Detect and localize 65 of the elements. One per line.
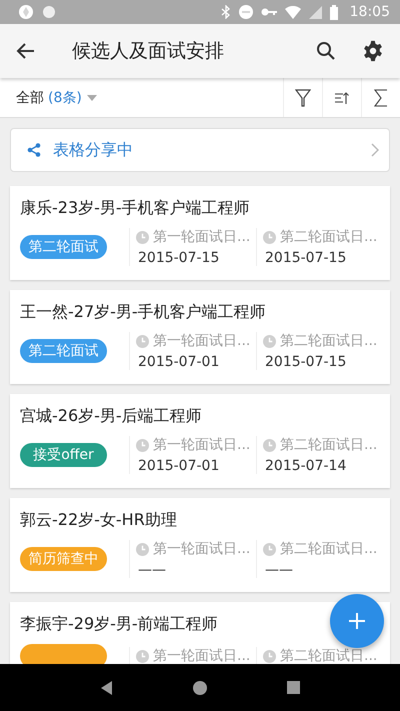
status-tag: 第二轮面试 xyxy=(20,339,107,363)
status-tag: 简历筛查中 xyxy=(20,547,107,571)
key-icon xyxy=(260,7,277,17)
status-tag: 第二轮面试 xyxy=(20,235,107,259)
back-nav-icon[interactable] xyxy=(100,680,112,694)
field-value: 2015-07-15 xyxy=(264,354,348,370)
clock-icon xyxy=(136,542,149,556)
field-value: 2015-07-01 xyxy=(137,458,220,474)
field-label: 第一轮面试日... xyxy=(153,540,250,558)
caret-icon xyxy=(86,94,98,102)
filter-icon xyxy=(295,88,311,106)
bluetooth-icon xyxy=(220,5,231,19)
clock-icon xyxy=(136,230,149,244)
settings-button[interactable] xyxy=(362,40,384,62)
candidate-title: 宫城-26岁-男-后端工程师 xyxy=(20,406,202,426)
candidate-card[interactable]: 李振宇-29岁-男-前端工程师 第一轮面试日... 第二轮面试日... xyxy=(10,602,390,664)
clock-icon xyxy=(263,230,276,244)
do-not-disturb-icon xyxy=(238,5,253,19)
share-icon xyxy=(27,143,41,157)
field-value: —— xyxy=(264,562,294,578)
back-button[interactable] xyxy=(16,41,36,61)
search-button[interactable] xyxy=(316,41,336,61)
field-value: 2015-07-15 xyxy=(137,250,220,266)
clock-icon xyxy=(136,334,149,348)
field-value: —— xyxy=(137,562,167,578)
candidate-card[interactable]: 郭云-22岁-女-HR助理 简历筛查中 第一轮面试日... —— 第二轮面试日... —— xyxy=(10,498,390,592)
field-value: 2015-07-01 xyxy=(137,354,220,370)
recents-nav-icon[interactable] xyxy=(286,681,300,694)
field-label: 第二轮面试日... xyxy=(280,332,378,350)
clock-icon xyxy=(263,438,276,452)
field-label: 第二轮面试日... xyxy=(280,647,378,664)
field-label: 第一轮面试日... xyxy=(153,332,250,350)
status-tag: 接受offer xyxy=(20,443,107,467)
field-label: 第二轮面试日... xyxy=(280,436,378,454)
candidate-card[interactable]: 康乐-23岁-男-手机客户端工程师 第二轮面试 第一轮面试日... 2015-07-15 第二轮面试日... 2015-07-15 xyxy=(10,186,390,280)
chevron-icon xyxy=(371,143,379,157)
signal-icon xyxy=(308,6,322,18)
field-label: 第一轮面试日... xyxy=(153,436,250,454)
candidate-title: 康乐-23岁-男-手机客户端工程师 xyxy=(20,198,250,218)
clock-icon xyxy=(263,650,276,662)
app-icon xyxy=(18,4,34,20)
sort-icon xyxy=(334,90,350,106)
field-value: 2015-07-14 xyxy=(264,458,348,474)
battery-icon xyxy=(330,4,338,20)
screen-title: 候选人及面试安排 xyxy=(72,39,225,64)
field-label: 第二轮面试日... xyxy=(280,540,378,558)
share-banner[interactable]: 表格分享中 xyxy=(10,128,390,172)
candidate-card[interactable]: 王一然-27岁-男-手机客户端工程师 第二轮面试 第一轮面试日... 2015-07-01 第二轮面试日... 2015-07-15 xyxy=(10,290,390,384)
field-label: 第二轮面试日... xyxy=(280,228,378,246)
candidate-title: 王一然-27岁-男-手机客户端工程师 xyxy=(20,302,266,322)
clock-icon xyxy=(263,542,276,556)
wifi-icon xyxy=(284,6,301,18)
plus-icon xyxy=(348,612,366,630)
clock-icon xyxy=(136,438,149,452)
clock-icon xyxy=(263,334,276,348)
home-nav-icon[interactable] xyxy=(192,680,206,694)
status-time: 18:05 xyxy=(350,4,390,20)
candidate-title: 李振宇-29岁-男-前端工程师 xyxy=(20,614,218,634)
clock-icon xyxy=(136,650,149,662)
candidate-title: 郭云-22岁-女-HR助理 xyxy=(20,510,177,530)
field-value: 2015-07-15 xyxy=(264,250,348,266)
sigma-icon xyxy=(374,88,388,106)
field-label: 第一轮面试日... xyxy=(153,228,250,246)
candidate-card[interactable]: 宫城-26岁-男-后端工程师 接受offer 第一轮面试日... 2015-07-01 第二轮面试日... 2015-07-14 xyxy=(10,394,390,488)
field-label: 第一轮面试日... xyxy=(153,647,250,664)
